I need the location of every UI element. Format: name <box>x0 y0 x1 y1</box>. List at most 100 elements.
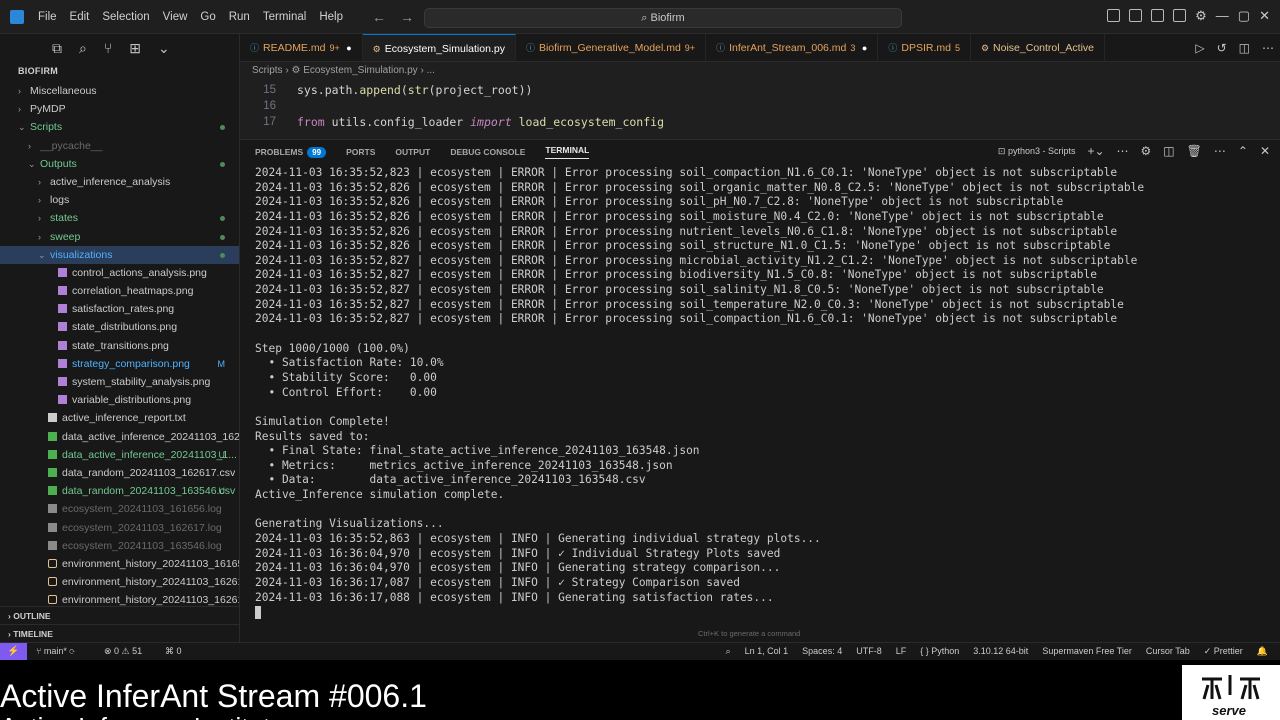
tree-file[interactable]: satisfaction_rates.png <box>0 300 239 318</box>
toggle-sidebar-icon[interactable] <box>1107 9 1121 22</box>
tree-file[interactable]: data_random_20241103_162617.csv <box>0 464 239 482</box>
more-icon[interactable]: ⋯ <box>1117 144 1129 158</box>
code-view[interactable]: 15 sys.path.append(str(project_root)) 16… <box>240 80 1280 136</box>
tree-file[interactable]: data_active_inference_20241103_1... U <box>0 446 239 464</box>
toggle-secondary-sidebar-icon[interactable] <box>1151 9 1165 22</box>
settings-icon[interactable]: ⚙ <box>1141 144 1152 158</box>
tab-terminal[interactable]: TERMINAL <box>545 145 590 159</box>
history-icon[interactable]: ↺ <box>1217 41 1227 55</box>
menu-item-edit[interactable]: Edit <box>70 11 90 23</box>
menu-item-help[interactable]: Help <box>319 11 343 23</box>
zoom-icon[interactable]: ⌕ <box>726 643 731 660</box>
problems-indicator[interactable]: ⊗ 0 ⚠ 51 <box>104 643 142 660</box>
status-item[interactable]: LF <box>896 643 907 660</box>
tree-file[interactable]: variable_distributions.png <box>0 391 239 409</box>
kill-terminal-icon[interactable]: 🗑 <box>1187 144 1202 158</box>
more-actions-icon[interactable]: ⋯ <box>1214 144 1226 158</box>
maximize-panel-icon[interactable]: ⌃ <box>1238 144 1248 158</box>
menu-item-run[interactable]: Run <box>229 11 250 23</box>
menu-item-go[interactable]: Go <box>200 11 215 23</box>
tab-ports[interactable]: PORTS <box>346 147 375 157</box>
menu-item-terminal[interactable]: Terminal <box>263 11 306 23</box>
explorer-icon[interactable]: ⧉ <box>52 40 62 57</box>
tab-problems[interactable]: PROBLEMS 99 <box>255 146 327 158</box>
tree-folder[interactable]: ⌄ Outputs <box>0 155 239 173</box>
new-terminal-icon[interactable]: +⌄ <box>1087 144 1104 158</box>
status-item[interactable]: Ln 1, Col 1 <box>745 643 789 660</box>
tree-file[interactable]: data_random_20241103_163546.csv U <box>0 482 239 500</box>
maximize-icon[interactable]: ▢ <box>1238 9 1250 22</box>
tree-file[interactable]: ecosystem_20241103_161656.log <box>0 500 239 518</box>
status-item[interactable]: { } Python <box>920 643 959 660</box>
tree-file[interactable]: system_stability_analysis.png <box>0 373 239 391</box>
close-window-icon[interactable]: ✕ <box>1259 9 1270 22</box>
tree-folder[interactable]: ⌄ visualizations <box>0 245 239 264</box>
run-icon[interactable]: ▷ <box>1195 41 1204 55</box>
tree-file[interactable]: active_inference_report.txt <box>0 409 239 427</box>
split-terminal-icon[interactable]: ◫ <box>1163 144 1174 158</box>
menu-item-view[interactable]: View <box>163 11 188 23</box>
command-search-input[interactable]: ⌕ Biofirm <box>424 8 902 28</box>
tree-file[interactable]: ecosystem_20241103_163546.log <box>0 537 239 555</box>
editor-tab[interactable]: ⓘ Biofirm_Generative_Model.md 9+ <box>516 34 707 61</box>
timeline-section[interactable]: › TIMELINE <box>0 624 239 642</box>
tree-file[interactable]: data_active_inference_20241103_16261... <box>0 428 239 446</box>
editor-tab[interactable]: ⓘ InferAnt_Stream_006.md 3 ● <box>706 34 879 61</box>
tab-output[interactable]: OUTPUT <box>395 147 430 157</box>
tree-folder[interactable]: › active_inference_analysis <box>0 173 239 191</box>
terminal-output[interactable]: 2024-11-03 16:35:52,823 | ecosystem | ER… <box>255 166 1265 620</box>
editor-tab[interactable]: ⓘ DPSIR.md 5 <box>878 34 971 61</box>
status-item[interactable]: UTF-8 <box>856 643 882 660</box>
tree-folder[interactable]: › PyMDP <box>0 100 239 118</box>
tree-file[interactable]: state_transitions.png <box>0 337 239 355</box>
branch-indicator[interactable]: ⑂ main* ⟳ <box>36 643 75 660</box>
notifications-bell-icon[interactable]: 🔔 <box>1257 643 1268 660</box>
editor-tab[interactable]: ⚙ Ecosystem_Simulation.py <box>362 34 516 61</box>
status-item[interactable]: Spaces: 4 <box>802 643 842 660</box>
workspace-root-label[interactable]: BIOFIRM <box>0 62 239 82</box>
editor-tab[interactable]: ⓘ README.md 9+ ● <box>240 34 363 61</box>
unsaved-dot-icon[interactable]: ● <box>344 43 351 53</box>
nav-arrows[interactable]: ←→ <box>372 9 428 25</box>
tree-folder[interactable]: › logs <box>0 191 239 209</box>
terminal-line: • Metrics: metrics_active_inference_2024… <box>255 458 673 472</box>
tree-file[interactable]: strategy_comparison.png M <box>0 355 239 373</box>
toggle-panel-icon[interactable] <box>1129 9 1143 22</box>
tree-folder[interactable]: › sweep <box>0 228 239 246</box>
tab-debug-console[interactable]: DEBUG CONSOLE <box>450 147 525 157</box>
settings-gear-icon[interactable]: ⚙ <box>1195 9 1207 22</box>
extensions-icon[interactable]: ⊞ <box>129 40 141 57</box>
split-editor-icon[interactable]: ◫ <box>1239 41 1250 55</box>
source-control-icon[interactable]: ⑂ <box>104 40 112 56</box>
unsaved-dot-icon[interactable]: ● <box>859 43 867 53</box>
tree-file[interactable]: state_distributions.png <box>0 318 239 336</box>
customize-layout-icon[interactable] <box>1173 9 1187 22</box>
ports-indicator[interactable]: ⌘ 0 <box>165 643 182 660</box>
outline-section[interactable]: › OUTLINE <box>0 606 239 624</box>
close-panel-icon[interactable]: ✕ <box>1260 144 1270 158</box>
tree-file[interactable]: environment_history_20241103_162617... <box>0 573 239 591</box>
minimize-icon[interactable]: — <box>1216 9 1229 22</box>
terminal-env-selector[interactable]: ⊡ python3 - Scripts <box>998 146 1076 157</box>
chevron-down-icon[interactable]: ⌄ <box>158 40 170 57</box>
tree-file[interactable]: environment_history_20241103_161656... <box>0 555 239 573</box>
status-item[interactable]: Supermaven Free Tier <box>1042 643 1132 660</box>
menu-item-selection[interactable]: Selection <box>102 11 149 23</box>
editor-tab[interactable]: ⚙ Noise_Control_Active <box>971 34 1106 61</box>
tree-file[interactable]: ecosystem_20241103_162617.log <box>0 519 239 537</box>
tree-folder[interactable]: › __pycache__ <box>0 137 239 155</box>
tree-file[interactable]: control_actions_analysis.png <box>0 264 239 282</box>
tree-folder[interactable]: ⌄ Scripts <box>0 118 239 136</box>
status-item[interactable]: ✓ Prettier <box>1204 643 1243 660</box>
remote-indicator-icon[interactable]: ⚡ <box>0 643 27 661</box>
status-item[interactable]: Cursor Tab <box>1146 643 1190 660</box>
tree-folder[interactable]: › Miscellaneous <box>0 82 239 100</box>
breadcrumb[interactable]: Scripts › ⚙ Ecosystem_Simulation.py › ..… <box>240 62 1280 80</box>
status-item[interactable]: 3.10.12 64-bit <box>973 643 1028 660</box>
more-actions-icon[interactable]: ⋯ <box>1262 41 1274 55</box>
tree-file[interactable]: correlation_heatmaps.png <box>0 282 239 300</box>
search-icon[interactable]: ⌕ <box>79 40 87 57</box>
menu-item-file[interactable]: File <box>38 11 57 23</box>
timeline-label: TIMELINE <box>13 629 53 639</box>
tree-folder[interactable]: › states <box>0 209 239 227</box>
